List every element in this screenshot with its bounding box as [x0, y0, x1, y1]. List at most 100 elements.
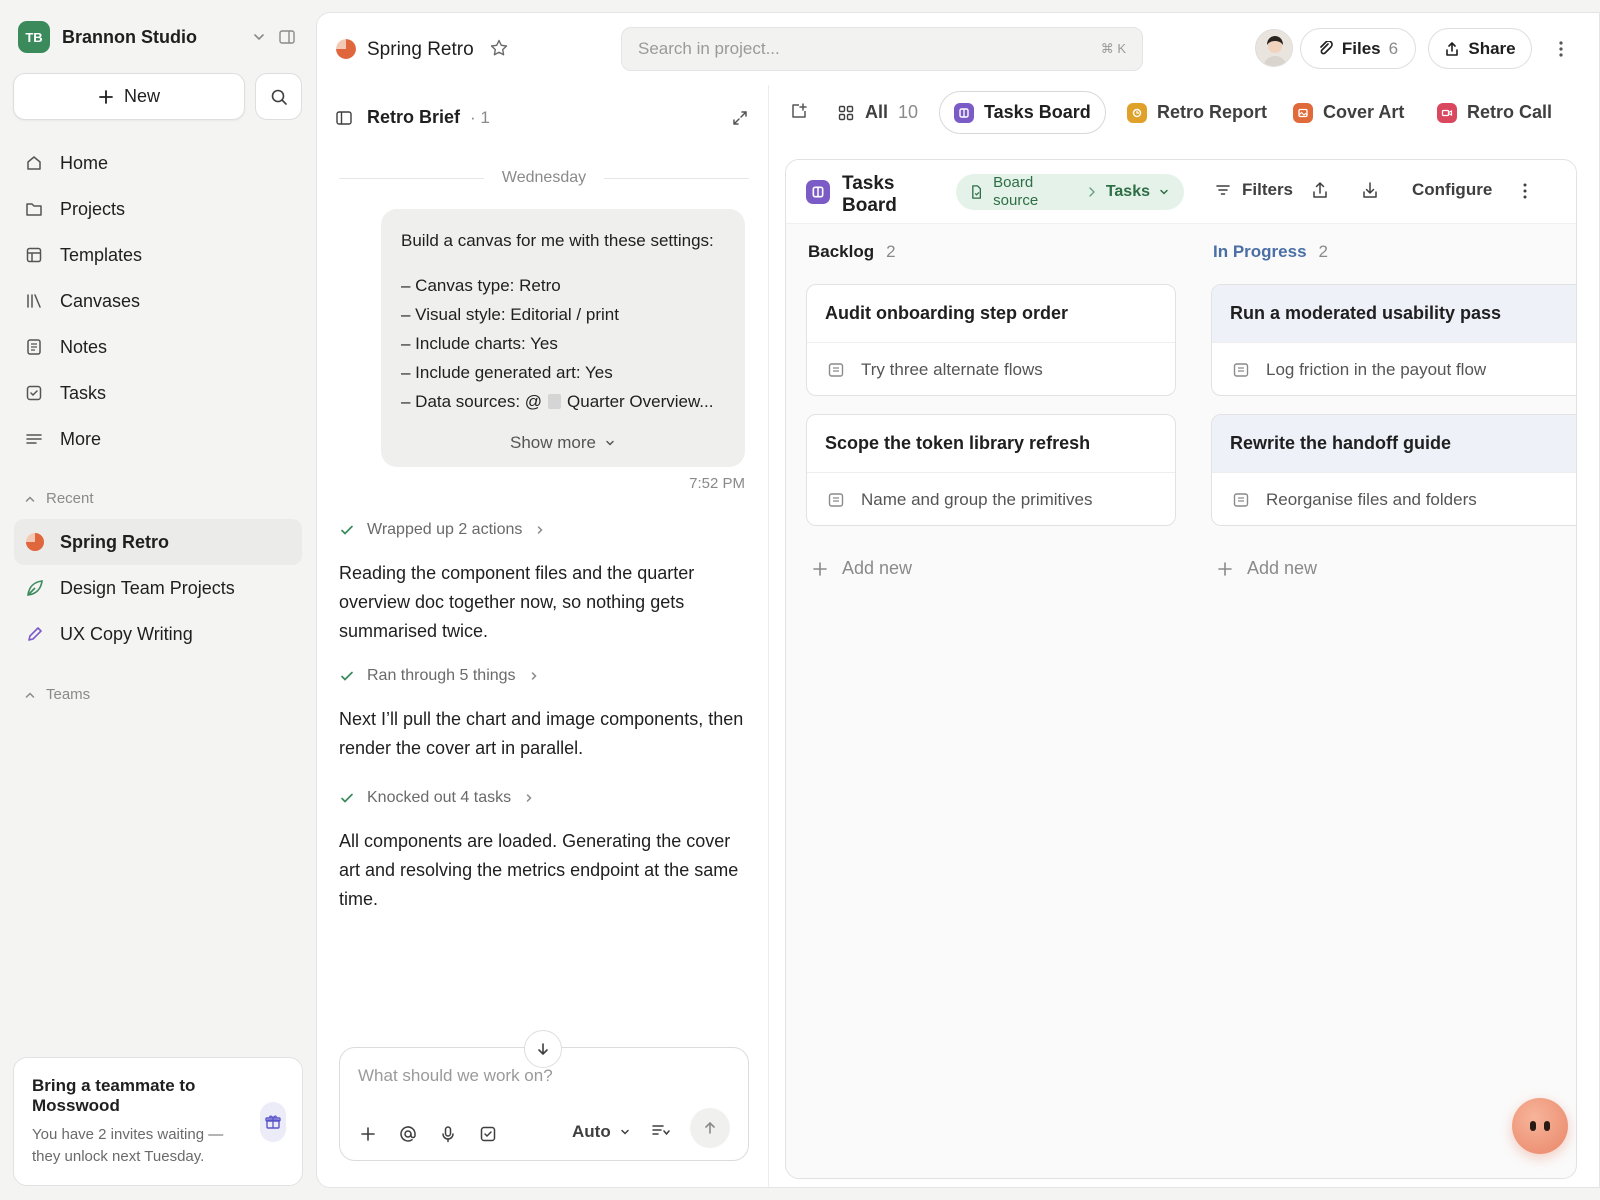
- action-summary[interactable]: Knocked out 4 tasks: [339, 789, 535, 807]
- prompt-line: – Canvas type: Retro: [401, 276, 561, 295]
- data-sources-prefix: – Data sources: @: [401, 392, 543, 411]
- configure-button[interactable]: Configure: [1412, 180, 1492, 200]
- assistant-button[interactable]: [1512, 1098, 1568, 1154]
- sidebar-item-home[interactable]: Home: [14, 140, 302, 186]
- card-title: Run a moderated usability pass: [1212, 285, 1576, 343]
- data-source-doc[interactable]: Quarter Overview...: [567, 392, 713, 411]
- search-button[interactable]: [255, 73, 302, 120]
- action-summary[interactable]: Ran through 5 things: [339, 667, 540, 685]
- new-button[interactable]: New: [13, 73, 245, 120]
- download-icon[interactable]: [1360, 180, 1382, 202]
- expand-icon[interactable]: [731, 109, 751, 129]
- assistant-message: Next I’ll pull the chart and image compo…: [339, 709, 744, 758]
- action-summary[interactable]: Wrapped up 2 actions: [339, 521, 546, 539]
- task-checkbox-icon[interactable]: [476, 1122, 500, 1146]
- task-card[interactable]: Audit onboarding step order Try three al…: [806, 284, 1176, 396]
- send-button[interactable]: [690, 1108, 730, 1148]
- recent-item-label: Spring Retro: [60, 531, 170, 552]
- check-icon: [339, 790, 355, 806]
- canvas-tabs: All 10 Tasks Board Retro Report Cover Ar…: [769, 85, 1600, 139]
- add-new-label: Add new: [842, 558, 913, 578]
- home-icon: [24, 153, 44, 173]
- chevron-down-icon: [620, 1129, 629, 1135]
- assistant-eye: [1544, 1121, 1550, 1131]
- prompt-line: – Data sources: @ Quarter Overview...: [401, 387, 725, 416]
- page-title: Spring Retro: [367, 39, 474, 60]
- canvas-area: All 10 Tasks Board Retro Report Cover Ar…: [769, 85, 1600, 1189]
- sidebar-item-label: Notes: [60, 336, 108, 357]
- day-label: Wednesday: [501, 169, 587, 186]
- more-vertical-icon[interactable]: [1514, 180, 1536, 202]
- mention-icon[interactable]: [396, 1122, 420, 1146]
- sidebar-item-projects[interactable]: Projects: [14, 186, 302, 232]
- more-options-button[interactable]: [1549, 37, 1573, 61]
- filters-button[interactable]: Filters: [1214, 180, 1293, 200]
- scroll-to-bottom-button[interactable]: [524, 1030, 562, 1068]
- board-icon: [806, 180, 830, 204]
- sidebar-toggle-icon[interactable]: [276, 26, 298, 48]
- action-summary-label: Knocked out 4 tasks: [367, 789, 512, 806]
- project-search[interactable]: ⌘ K: [621, 27, 1143, 71]
- task-card[interactable]: Run a moderated usability pass Log frict…: [1211, 284, 1576, 396]
- files-count: 6: [1388, 38, 1399, 58]
- star-icon[interactable]: [489, 38, 511, 60]
- gift-icon[interactable]: [260, 1102, 286, 1142]
- task-card[interactable]: Scope the token library refresh Name and…: [806, 414, 1176, 526]
- avatar[interactable]: [1255, 29, 1293, 67]
- mode-selector[interactable]: Auto: [572, 1122, 631, 1142]
- action-summary-label: Ran through 5 things: [367, 667, 516, 684]
- tab-label: Retro Report: [1157, 102, 1268, 122]
- tab-all[interactable]: All 10: [837, 91, 918, 134]
- card-subtask: Try three alternate flows: [807, 343, 1175, 395]
- sidebar-item-templates[interactable]: Templates: [14, 232, 302, 278]
- card-subtask: Name and group the primitives: [807, 473, 1175, 525]
- sidebar-item-canvases[interactable]: Canvases: [14, 278, 302, 324]
- main-panel: Spring Retro ⌘ K Files 6 Share Retro Bri…: [316, 12, 1600, 1189]
- report-icon: [1127, 102, 1147, 123]
- user-prompt-bubble: Build a canvas for me with these setting…: [381, 209, 745, 467]
- recent-item-design-team-projects[interactable]: Design Team Projects: [14, 565, 302, 611]
- tab-retro-call[interactable]: Retro Call: [1437, 91, 1552, 134]
- sidebar: TB Brannon Studio New Home Projects Temp…: [0, 0, 316, 1200]
- sidebar-item-label: Tasks: [60, 382, 107, 403]
- task-card[interactable]: Rewrite the handoff guide Reorganise fil…: [1211, 414, 1576, 526]
- panel-icon[interactable]: [335, 109, 353, 127]
- teams-section-toggle[interactable]: Teams: [24, 686, 90, 703]
- pie-icon: [335, 38, 357, 60]
- recent-item-ux-copy-writing[interactable]: UX Copy Writing: [14, 611, 302, 657]
- search-input[interactable]: [638, 39, 1101, 59]
- card-subtask: Log friction in the payout flow: [1212, 343, 1576, 395]
- add-new-card-button[interactable]: Add new: [812, 558, 912, 579]
- chevron-right-icon: [534, 524, 546, 536]
- show-more-button[interactable]: Show more: [381, 433, 745, 453]
- chevron-down-icon[interactable]: [248, 26, 270, 48]
- recent-section-toggle[interactable]: Recent: [24, 490, 94, 507]
- invite-card[interactable]: Bring a teammate to Mosswood You have 2 …: [13, 1057, 303, 1186]
- sidebar-item-tasks[interactable]: Tasks: [14, 370, 302, 416]
- sidebar-item-more[interactable]: More: [14, 416, 302, 462]
- prompt-line: – Include charts: Yes: [401, 334, 558, 353]
- composer-input[interactable]: [358, 1066, 728, 1086]
- tab-cover-art[interactable]: Cover Art: [1293, 91, 1404, 134]
- workspace-switcher[interactable]: TB Brannon Studio: [18, 20, 298, 54]
- recent-item-spring-retro[interactable]: Spring Retro: [14, 519, 302, 565]
- new-canvas-icon[interactable]: [789, 101, 811, 123]
- upload-icon[interactable]: [1310, 180, 1332, 202]
- list-options-icon[interactable]: [650, 1120, 672, 1142]
- microphone-icon[interactable]: [436, 1122, 460, 1146]
- tab-tasks-board[interactable]: Tasks Board: [939, 91, 1106, 134]
- board-source-selector[interactable]: Board source Tasks: [956, 174, 1184, 210]
- chevron-up-icon: [25, 495, 35, 502]
- sidebar-item-label: Home: [60, 152, 109, 173]
- plus-icon[interactable]: [356, 1122, 380, 1146]
- tab-label: Cover Art: [1323, 102, 1405, 122]
- sidebar-item-notes[interactable]: Notes: [14, 324, 302, 370]
- column-header: In Progress 2: [1213, 242, 1328, 262]
- share-button[interactable]: Share: [1428, 28, 1532, 69]
- tab-label: All: [865, 102, 889, 122]
- board-title: Tasks Board: [842, 173, 897, 216]
- files-button[interactable]: Files 6: [1300, 28, 1416, 69]
- tab-retro-report[interactable]: Retro Report: [1127, 91, 1267, 134]
- add-new-card-button[interactable]: Add new: [1217, 558, 1317, 579]
- chat-title: Retro Brief: [367, 107, 461, 127]
